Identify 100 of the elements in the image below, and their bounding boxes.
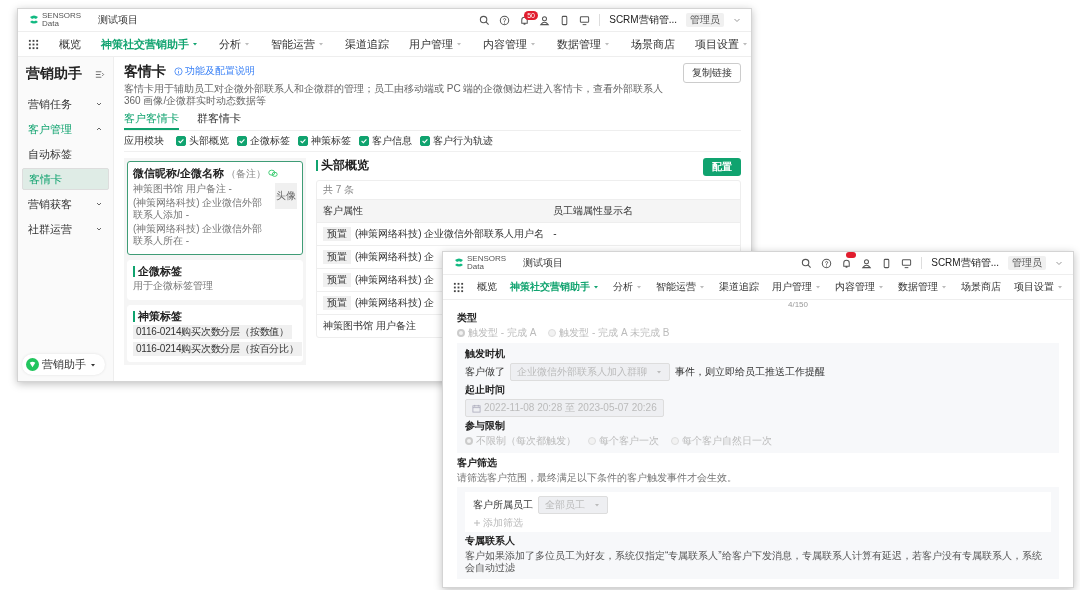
help-icon[interactable] (821, 257, 833, 269)
nav-item[interactable]: 分析 (219, 36, 251, 52)
sidebar-item[interactable]: 营销任务 (22, 93, 109, 115)
nav-item[interactable]: 内容管理 (835, 280, 885, 294)
notification-badge (846, 252, 857, 258)
sidebar-item[interactable]: 自动标签 (22, 143, 109, 165)
modules-label: 应用模块 (124, 135, 164, 147)
nav-item[interactable]: 项目设置 (1014, 280, 1064, 294)
field-label: 类型 (457, 312, 478, 324)
caret-icon (592, 283, 600, 291)
profile-field: 神策图书馆 用户备注 - (133, 183, 271, 196)
sidebar-item[interactable]: 营销获客 (22, 193, 109, 215)
sentence-text: 客户做了 (465, 366, 505, 378)
nav-item[interactable]: 渠道追踪 (719, 280, 759, 294)
table-cell: (神策网络科技) 企 (355, 251, 435, 263)
checkbox[interactable] (359, 136, 369, 146)
nav-item[interactable]: 智能运营 (271, 36, 325, 52)
page-description: 客情卡用于辅助员工对企微外部联系人和企微群的管理；员工由移动端或 PC 端的企微侧边栏进入客情卡，查看外部联系人 360 画像/企微群实时动态数据等 (124, 82, 665, 107)
apps-grid-icon[interactable] (453, 281, 464, 293)
role-tag: 管理员 (686, 13, 724, 27)
label-tag: 0116-0214购买次数分层（按百分比） (133, 342, 302, 357)
field-label: 起止时间 (465, 384, 506, 396)
label-tag: 0116-0214购买次数分层（按数值） (133, 325, 293, 340)
caret-icon (455, 40, 463, 48)
info-icon (174, 66, 183, 76)
preset-tag: 预置 (323, 273, 351, 287)
search-icon[interactable] (479, 14, 491, 26)
field-label: 客户所属员工 (473, 499, 533, 511)
user-icon[interactable] (861, 257, 873, 269)
caret-icon (1056, 283, 1064, 291)
nav-item[interactable]: 概览 (59, 36, 81, 52)
nav-item[interactable]: 智能运营 (656, 280, 706, 294)
logo-icon (28, 14, 40, 26)
nav-item[interactable]: 项目设置 (695, 36, 749, 52)
bell-icon[interactable] (841, 257, 853, 269)
help-icon[interactable] (499, 14, 511, 26)
chat-bubbles-icon (268, 169, 279, 179)
card-title: 微信昵称/企微名称 (133, 167, 225, 181)
table-cell: (神策网络科技) 企 (355, 274, 435, 286)
column-header: 客户属性 (323, 205, 364, 217)
nav-item[interactable]: 数据管理 (898, 280, 948, 294)
module-card[interactable]: 神策标签 0116-0214购买次数分层（按数值） 0116-0214购买次数分层（按百分比） (127, 305, 303, 363)
caret-icon (191, 40, 199, 48)
nav-item[interactable]: 数据管理 (557, 36, 611, 52)
nav-item[interactable]: 用户管理 (772, 280, 822, 294)
column-header: 员工端属性显示名 (553, 205, 635, 217)
sidebar-item[interactable]: 社群运营 (22, 218, 109, 240)
field-label: 触发时机 (465, 348, 506, 360)
caret-icon (814, 283, 822, 291)
caret-icon (940, 283, 948, 291)
field-label: 参与限制 (465, 420, 506, 432)
account-name[interactable]: SCRM营销管... (931, 256, 999, 270)
nav-item[interactable]: 场景商店 (961, 280, 1001, 294)
logo-text: SENSORS Data (467, 255, 507, 271)
apps-grid-icon[interactable] (28, 38, 39, 50)
project-name[interactable]: 测试项目 (98, 13, 139, 27)
row-count: 共 7 条 (323, 184, 355, 195)
caret-icon (317, 40, 325, 48)
section-label: 专属联系人 (465, 535, 516, 547)
logo-text: SENSORS Data (42, 12, 82, 28)
section-label: 客户筛选 (457, 457, 498, 469)
checkbox[interactable] (237, 136, 247, 146)
monitor-icon[interactable] (579, 14, 591, 26)
nav-item[interactable]: 内容管理 (483, 36, 537, 52)
chevron-icon (95, 100, 103, 108)
checkbox-label: 客户行为轨迹 (433, 135, 493, 147)
checkbox-label: 客户信息 (372, 135, 412, 147)
checkbox-label: 神策标签 (311, 135, 351, 147)
assistant-menu-button[interactable]: 营销助手 (22, 354, 105, 375)
checkbox[interactable] (298, 136, 308, 146)
collapse-icon[interactable] (94, 68, 105, 80)
account-name[interactable]: SCRM营销管... (609, 13, 677, 27)
nav-item[interactable]: 用户管理 (409, 36, 463, 52)
nav-item[interactable]: 概览 (477, 280, 497, 294)
monitor-icon[interactable] (901, 257, 913, 269)
checkbox[interactable] (420, 136, 430, 146)
module-card[interactable]: 微信昵称/企微名称 （备注） 神策图书馆 用户备注 - (神策网络科技) 企业微信外部联系人添加 - (神策网络科技) 企业微信外部联系人所在 - 头像 (127, 161, 303, 256)
caret-icon (603, 40, 611, 48)
hint-text: 客户如果添加了多位员工为好友，系统仅指定“专属联系人”给客户下发消息，专属联系人计算有延迟，若客户没有专属联系人，系统会自动过滤 (465, 550, 1043, 574)
copy-link-button[interactable]: 复制链接 (683, 63, 741, 83)
role-tag: 管理员 (1008, 256, 1046, 270)
nav-item[interactable]: 渠道追踪 (345, 36, 389, 52)
caret-icon (243, 40, 251, 48)
caret-icon (635, 283, 643, 291)
help-link[interactable]: 功能及配置说明 (174, 65, 255, 78)
user-icon[interactable] (539, 14, 551, 26)
table-cell: (神策网络科技) 企 (355, 297, 435, 309)
caret-icon (877, 283, 885, 291)
character-counter: 4/150 (787, 300, 809, 310)
checkbox[interactable] (176, 136, 186, 146)
project-name[interactable]: 测试项目 (523, 256, 564, 270)
section-title: 头部概览 (316, 160, 369, 171)
table-cell-text: - (553, 228, 558, 240)
hint-text: 请筛选客户范围，最终满足以下条件的客户触发事件才会生效。 (457, 472, 738, 484)
module-card[interactable]: 企微标签 用于企微标签管理 (127, 260, 303, 301)
note-text: （备注） (226, 167, 267, 180)
nav-item[interactable]: 场景商店 (631, 36, 675, 52)
tab[interactable]: 群客情卡 (197, 109, 241, 130)
nav-item[interactable]: 分析 (613, 280, 643, 294)
search-icon[interactable] (801, 257, 813, 269)
